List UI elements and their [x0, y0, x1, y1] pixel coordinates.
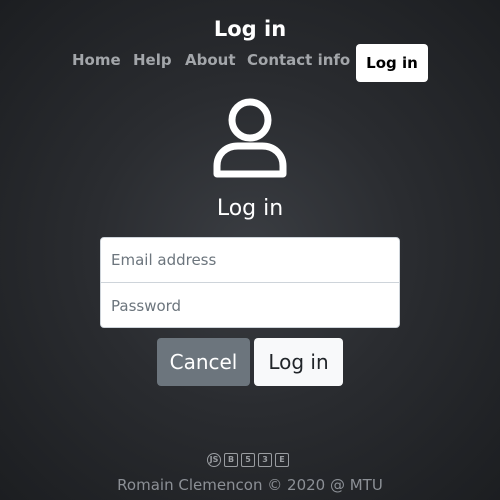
email-input[interactable]	[101, 238, 399, 283]
nav-contact-link[interactable]: Contact info	[247, 51, 350, 69]
password-input[interactable]	[101, 283, 399, 327]
site-title: Log in	[213, 17, 287, 41]
nav-help-link[interactable]: Help	[133, 51, 172, 69]
css3-icon: 3	[258, 453, 272, 467]
footer-copyright: Romain Clemencon © 2020 @ MTU	[117, 476, 383, 494]
express-icon: E	[275, 453, 289, 467]
login-button[interactable]: Log in	[254, 338, 343, 386]
bootstrap-icon: B	[224, 453, 238, 467]
login-form	[100, 237, 400, 328]
cancel-button[interactable]: Cancel	[157, 338, 250, 386]
tech-icons: JS B 5 3 E	[207, 453, 289, 469]
nodejs-icon: JS	[207, 453, 221, 467]
html5-icon: 5	[241, 453, 255, 467]
nav-login-button[interactable]: Log in	[356, 44, 428, 82]
user-icon	[212, 96, 288, 180]
nav-about-link[interactable]: About	[185, 51, 236, 69]
top-nav: Home Help About Contact info Log in	[0, 44, 500, 82]
nav-home-link[interactable]: Home	[72, 51, 121, 69]
login-heading: Log in	[216, 196, 284, 221]
